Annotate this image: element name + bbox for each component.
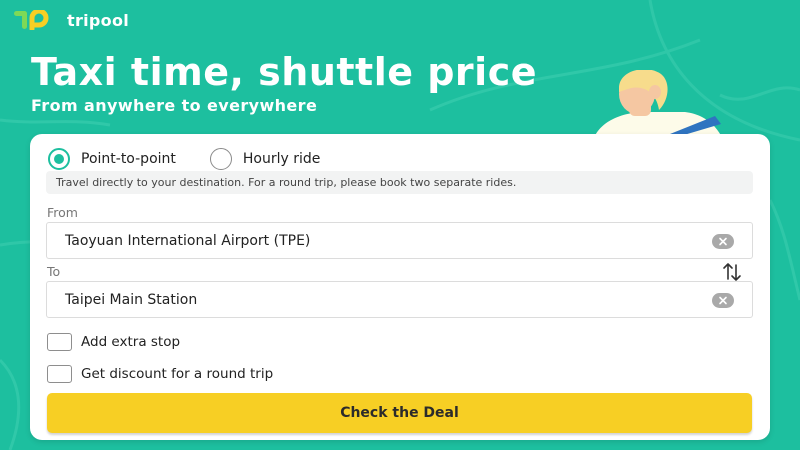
to-field[interactable]: Taipei Main Station (46, 281, 753, 318)
round-trip-discount-option[interactable]: Get discount for a round trip (47, 365, 273, 383)
add-extra-stop-label: Add extra stop (81, 334, 181, 350)
ride-type-label: Hourly ride (242, 151, 321, 167)
to-label: To (47, 264, 61, 279)
booking-card: Point-to-point Hourly ride Travel direct… (30, 134, 770, 440)
ride-type-hourly[interactable]: Hourly ride (209, 148, 321, 170)
ride-type-label: Point-to-point (81, 151, 176, 167)
round-trip-discount-label: Get discount for a round trip (81, 366, 274, 382)
clear-to-icon[interactable] (712, 293, 734, 308)
mascot-illustration (593, 70, 723, 140)
from-field[interactable]: Taoyuan International Airport (TPE) (46, 222, 753, 259)
swap-vertical-icon[interactable] (720, 261, 744, 283)
to-value: Taipei Main Station (65, 291, 198, 308)
radio-selected-icon[interactable] (48, 148, 70, 170)
checkbox-icon[interactable] (47, 333, 72, 351)
from-label: From (47, 205, 78, 220)
hero-subtitle: From anywhere to everywhere (31, 96, 318, 115)
brand-name: tripool (67, 10, 130, 30)
add-extra-stop-option[interactable]: Add extra stop (47, 333, 180, 351)
check-the-deal-button[interactable]: Check the Deal (47, 393, 752, 433)
hero-title: Taxi time, shuttle price (31, 50, 537, 94)
clear-from-icon[interactable] (712, 234, 734, 249)
radio-unselected-icon[interactable] (209, 148, 232, 170)
ride-type-point-to-point[interactable]: Point-to-point (48, 148, 176, 170)
from-value: Taoyuan International Airport (TPE) (65, 232, 311, 249)
ride-type-info: Travel directly to your destination. For… (46, 171, 753, 194)
checkbox-icon[interactable] (47, 365, 72, 383)
ride-type-selector: Point-to-point Hourly ride (48, 148, 320, 170)
tripool-logo-icon (14, 10, 49, 30)
brand-logo[interactable]: tripool (14, 10, 129, 30)
